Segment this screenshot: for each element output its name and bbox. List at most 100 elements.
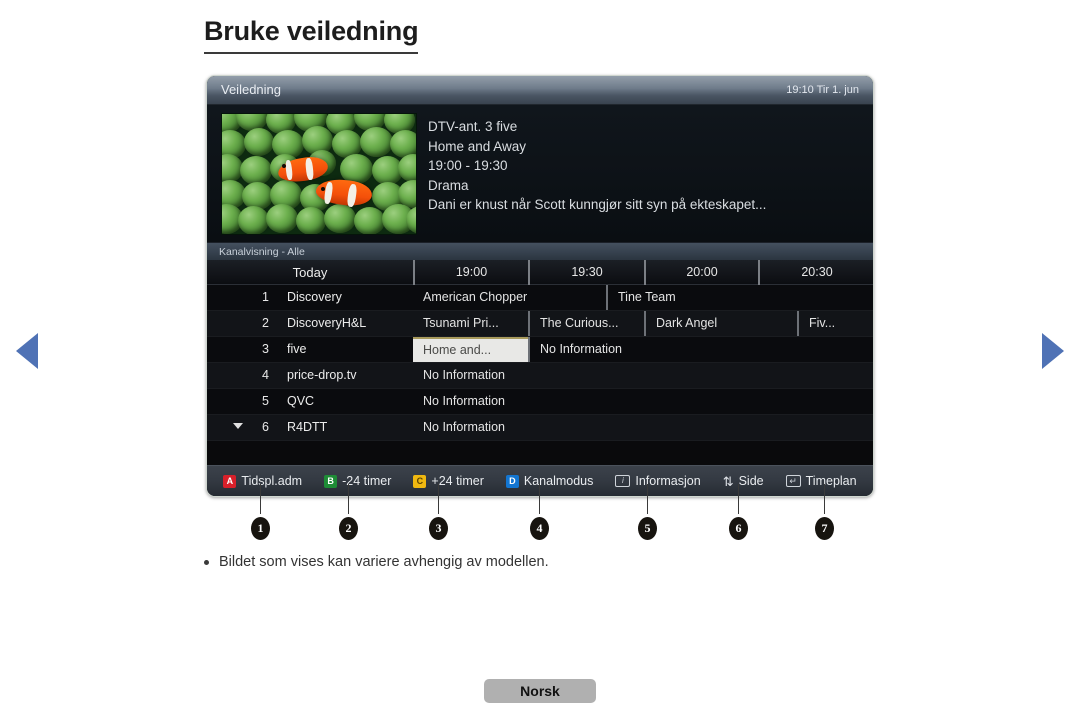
callout-6: 6	[729, 517, 748, 540]
program-thumbnail	[221, 113, 417, 235]
channel-name: QVC	[287, 394, 315, 408]
program-cell[interactable]: No Information	[413, 389, 873, 414]
language-button[interactable]: Norsk	[484, 679, 596, 703]
key-button-informasjon[interactable]: i Informasjon	[615, 474, 701, 488]
callout-4: 4	[530, 517, 549, 540]
channel-number: 1	[262, 290, 269, 304]
key-label: Timeplan	[805, 474, 857, 488]
program-cell[interactable]: No Information	[528, 337, 873, 362]
time-slot-1: 19:30	[528, 260, 644, 285]
program-cell[interactable]: Tsunami Pri...	[413, 311, 528, 336]
program-preview-area: DTV-ant. 3 five Home and Away 19:00 - 19…	[207, 105, 873, 242]
channel-name: price-drop.tv	[287, 368, 357, 382]
key-button-timeplan[interactable]: ↵ Timeplan	[785, 474, 857, 488]
callout-leader-line	[824, 484, 825, 514]
key-badge-b-icon: B	[324, 474, 338, 488]
program-cells: No Information	[413, 415, 873, 440]
guide-clock: 19:10 Tir 1. jun	[786, 84, 859, 96]
key-button-24-timer[interactable]: B -24 timer	[324, 474, 391, 488]
channel-view-label: Kanalvisning - Alle	[219, 246, 305, 258]
channel-number: 4	[262, 368, 269, 382]
channel-name: DiscoveryH&L	[287, 316, 367, 330]
next-page-arrow-icon[interactable]	[1042, 333, 1064, 369]
table-row[interactable]: 3 five Home and... No Information	[207, 337, 873, 363]
channel-name: Discovery	[287, 290, 342, 304]
program-cell[interactable]: No Information	[413, 415, 873, 440]
program-cells: No Information	[413, 389, 873, 414]
page-title: Bruke veiledning	[204, 16, 419, 54]
tv-guide-panel: Veiledning 19:10 Tir 1. jun DTV-ant. 3 f…	[206, 75, 874, 497]
program-cell[interactable]: No Information	[413, 363, 873, 388]
enter-key-icon: ↵	[785, 475, 801, 487]
callout-3: 3	[429, 517, 448, 540]
channel-view-bar: Kanalvisning - Alle	[207, 242, 873, 260]
page-root: Bruke veiledning Veiledning 19:10 Tir 1.…	[0, 0, 1080, 705]
key-label: +24 timer	[431, 474, 484, 488]
time-slot-2: 20:00	[644, 260, 758, 285]
preview-time: 19:00 - 19:30	[428, 158, 508, 174]
time-slot-0: 19:00	[413, 260, 528, 285]
table-row[interactable]: 4 price-drop.tv No Information	[207, 363, 873, 389]
channel-number: 5	[262, 394, 269, 408]
table-row[interactable]: 2 DiscoveryH&L Tsunami Pri... The Curious..…	[207, 311, 873, 337]
channel-rows: 1 Discovery American Chopper Tine Team 2 Disc…	[207, 285, 873, 441]
channel-number: 6	[262, 420, 269, 434]
callout-1: 1	[251, 517, 270, 540]
channel-name: R4DTT	[287, 420, 328, 434]
chevron-up-down-icon: ⇅	[722, 473, 734, 489]
preview-description: Dani er knust når Scott kunngjør sitt sy…	[428, 197, 767, 213]
preview-program-title: Home and Away	[428, 138, 527, 154]
program-cells: No Information	[413, 363, 873, 388]
key-badge-c-icon: C	[413, 474, 427, 488]
prev-page-arrow-icon[interactable]	[16, 333, 38, 369]
program-cell[interactable]: Dark Angel	[644, 311, 797, 336]
program-cells: Home and... No Information	[413, 337, 873, 362]
key-button-side[interactable]: ⇅ Side	[723, 474, 764, 488]
guide-title: Veiledning	[221, 82, 281, 97]
callout-leader-line	[738, 484, 739, 514]
key-badge-d-icon: D	[505, 474, 519, 488]
callout-leader-line	[539, 484, 540, 514]
table-row[interactable]: 5 QVC No Information	[207, 389, 873, 415]
channel-name: five	[287, 342, 307, 356]
program-cells: Tsunami Pri... The Curious... Dark Angel Fi…	[413, 311, 873, 336]
callout-leader-line	[260, 484, 261, 514]
time-header-today: Today	[292, 265, 328, 280]
color-key-bar: A Tidspl.adm B -24 timer C +24 timer D Kanalmod…	[207, 465, 873, 496]
callout-leader-line	[348, 484, 349, 514]
footnote: Bildet som vises kan variere avhengig av…	[204, 552, 549, 572]
program-cell[interactable]: Fiv...	[797, 311, 873, 336]
callout-leader-line	[647, 484, 648, 514]
key-button-kanalmodus[interactable]: D Kanalmodus	[505, 474, 594, 488]
callout-2: 2	[339, 517, 358, 540]
footnote-text: Bildet som vises kan variere avhengig av…	[219, 554, 549, 570]
preview-genre: Drama	[428, 177, 469, 193]
program-info-block: DTV-ant. 3 five Home and Away 19:00 - 19…	[428, 117, 861, 215]
program-cell-selected[interactable]: Home and...	[413, 337, 528, 362]
time-slot-3: 20:30	[758, 260, 873, 285]
table-row[interactable]: 1 Discovery American Chopper Tine Team	[207, 285, 873, 311]
callout-5: 5	[638, 517, 657, 540]
channel-number: 2	[262, 316, 269, 330]
channel-number: 3	[262, 342, 269, 356]
program-cell[interactable]: American Chopper	[413, 285, 606, 310]
key-button-tidspl-adm[interactable]: A Tidspl.adm	[223, 474, 302, 488]
program-cells: American Chopper Tine Team	[413, 285, 873, 310]
key-label: Informasjon	[635, 474, 701, 488]
key-label: Kanalmodus	[523, 474, 594, 488]
bullet-dot-icon	[204, 560, 209, 565]
preview-channel: DTV-ant. 3 five	[428, 119, 518, 134]
key-label: Tidspl.adm	[241, 474, 303, 488]
key-label: Side	[738, 474, 764, 488]
key-badge-a-icon: A	[223, 474, 237, 488]
table-row[interactable]: 6 R4DTT No Information	[207, 415, 873, 441]
info-icon: i	[615, 475, 631, 487]
key-button-24-timer[interactable]: C +24 timer	[413, 474, 484, 488]
guide-header-bar: Veiledning 19:10 Tir 1. jun	[207, 76, 873, 105]
callout-7: 7	[815, 517, 834, 540]
program-cell[interactable]: The Curious...	[528, 311, 644, 336]
callout-leader-line	[438, 484, 439, 514]
key-label: -24 timer	[342, 474, 392, 488]
program-cell[interactable]: Tine Team	[606, 285, 873, 310]
time-header-row: Today 19:00 19:30 20:00 20:30	[207, 260, 873, 285]
